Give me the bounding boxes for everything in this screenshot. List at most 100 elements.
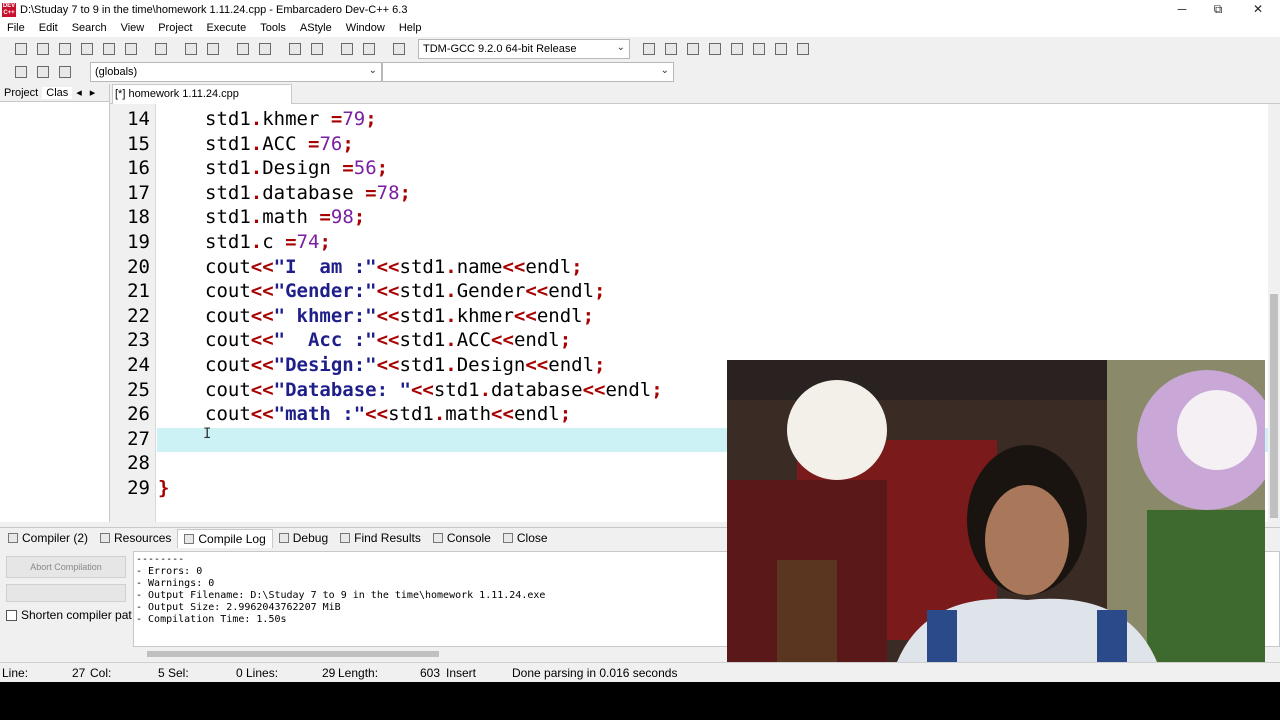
- save-all-icon[interactable]: [76, 39, 98, 59]
- globals-dropdown[interactable]: (globals) ⌄: [90, 62, 382, 82]
- line-number: 15: [127, 132, 150, 155]
- indent-icon[interactable]: [336, 39, 358, 59]
- menu-execute[interactable]: Execute: [199, 22, 253, 34]
- function-dropdown[interactable]: ⌄: [382, 62, 674, 82]
- code-token: std1: [388, 403, 434, 426]
- debug-icon[interactable]: [792, 39, 814, 59]
- code-line[interactable]: std1.math =98;: [205, 205, 365, 229]
- code-line[interactable]: std1.ACC =76;: [205, 132, 354, 156]
- code-token: database: [491, 378, 583, 401]
- unindent-icon[interactable]: [358, 39, 380, 59]
- tabs-next-icon[interactable]: ▸: [86, 86, 100, 99]
- code-token: <<: [250, 354, 274, 376]
- new-project-icon[interactable]: [638, 39, 660, 59]
- menu-tools[interactable]: Tools: [253, 22, 293, 34]
- code-token: =: [342, 157, 354, 180]
- status-length-value: 603: [420, 666, 441, 680]
- save-icon[interactable]: [54, 39, 76, 59]
- compile-icon[interactable]: [726, 39, 748, 59]
- compiler-select[interactable]: TDM-GCC 9.2.0 64-bit Release ⌄: [418, 38, 630, 59]
- code-token: =: [307, 132, 320, 155]
- code-line[interactable]: std1.khmer =79;: [205, 107, 377, 131]
- menu-file[interactable]: File: [0, 22, 32, 34]
- tabs-prev-icon[interactable]: ◂: [72, 86, 86, 99]
- close-window-button[interactable]: ✕: [1240, 0, 1276, 19]
- code-token: endl: [525, 255, 572, 278]
- project-new-icon[interactable]: [10, 62, 32, 82]
- code-token: <<: [250, 304, 274, 327]
- menu-project[interactable]: Project: [151, 22, 199, 34]
- status-col-label: Col:: [90, 666, 112, 680]
- minimize-button[interactable]: ─: [1164, 0, 1200, 19]
- open-icon[interactable]: [32, 39, 54, 59]
- goto-line-icon[interactable]: [232, 39, 254, 59]
- tab-console[interactable]: Console: [427, 529, 497, 548]
- code-token: endl: [513, 403, 560, 426]
- checkbox-icon[interactable]: [6, 609, 17, 621]
- menu-window[interactable]: Window: [339, 22, 392, 34]
- toggle-comment-icon[interactable]: [388, 39, 410, 59]
- new-file-icon[interactable]: [10, 39, 32, 59]
- compiler-select-value: TDM-GCC 9.2.0 64-bit Release: [423, 42, 577, 55]
- tab-compiler-2[interactable]: Compiler (2): [2, 529, 94, 548]
- code-line[interactable]: cout<<"Gender:"<<std1.Gender<<endl;: [205, 279, 605, 303]
- insert-icon[interactable]: [704, 39, 726, 59]
- code-token: "Gender:": [273, 280, 377, 303]
- scrollbar-thumb[interactable]: [147, 651, 439, 657]
- code-line[interactable]: cout<<"Database: "<<std1.database<<endl;: [205, 378, 663, 402]
- tab-project[interactable]: Project: [0, 87, 42, 99]
- menu-edit[interactable]: Edit: [32, 22, 65, 34]
- maximize-button[interactable]: ⧉: [1200, 0, 1236, 19]
- menu-astyle[interactable]: AStyle: [293, 22, 339, 34]
- tab-classes[interactable]: Clas: [42, 86, 73, 99]
- code-token: .: [445, 354, 457, 376]
- menu-search[interactable]: Search: [65, 22, 114, 34]
- code-line[interactable]: cout<<"math :"<<std1.math<<endl;: [205, 402, 571, 426]
- tab-label: Resources: [114, 531, 172, 545]
- code-line[interactable]: }: [158, 476, 169, 500]
- code-token: std1: [205, 108, 251, 130]
- code-line[interactable]: cout<<"I am :"<<std1.name<<endl;: [205, 255, 583, 279]
- code-token: ;: [571, 255, 583, 278]
- code-line[interactable]: cout<<" khmer:"<<std1.khmer<<endl;: [205, 304, 594, 328]
- menu-view[interactable]: View: [114, 22, 152, 34]
- code-token: <<: [250, 280, 274, 303]
- abort-compilation-button[interactable]: Abort Compilation: [6, 556, 126, 578]
- redo-icon[interactable]: [306, 39, 328, 59]
- code-line[interactable]: cout<<" Acc :"<<std1.ACC<<endl;: [205, 328, 571, 352]
- project-options-icon[interactable]: [660, 39, 682, 59]
- menu-bar: File Edit Search View Project Execute Tools ASt…: [0, 19, 1280, 37]
- code-token: ;: [582, 304, 595, 327]
- tab-compile-log[interactable]: Compile Log: [177, 528, 273, 548]
- tab-homework-cpp[interactable]: [*] homework 1.11.24.cpp: [112, 84, 292, 104]
- code-line[interactable]: std1.c =74;: [205, 230, 331, 254]
- close-all-icon[interactable]: [120, 39, 142, 59]
- undo-icon[interactable]: [284, 39, 306, 59]
- menu-help[interactable]: Help: [392, 22, 429, 34]
- code-token: ;: [651, 378, 663, 401]
- project-add-icon[interactable]: [32, 62, 54, 82]
- tab-close[interactable]: Close: [497, 529, 554, 548]
- stop-icon[interactable]: [748, 39, 770, 59]
- code-token: Design: [262, 157, 343, 180]
- line-number: 23: [127, 329, 150, 352]
- code-line[interactable]: std1.Design =56;: [205, 156, 388, 180]
- print-icon[interactable]: [150, 39, 172, 59]
- shorten-paths-checkbox[interactable]: Shorten compiler pat: [6, 608, 132, 622]
- code-token: =: [330, 108, 343, 130]
- editor-vertical-scrollbar[interactable]: [1268, 104, 1280, 522]
- code-line[interactable]: cout<<"Design:"<<std1.Design<<endl;: [205, 353, 605, 377]
- close-file-icon[interactable]: [98, 39, 120, 59]
- toggle-bookmark-icon[interactable]: [254, 39, 276, 59]
- class-browser-icon[interactable]: [682, 39, 704, 59]
- code-line[interactable]: std1.database =78;: [205, 181, 411, 205]
- code-token: <<: [250, 329, 274, 352]
- project-info-icon[interactable]: [54, 62, 76, 82]
- chart-icon[interactable]: [770, 39, 792, 59]
- find-icon[interactable]: [180, 39, 202, 59]
- replace-icon[interactable]: [202, 39, 224, 59]
- tab-debug[interactable]: Debug: [273, 529, 334, 548]
- scrollbar-thumb[interactable]: [1270, 294, 1278, 518]
- tab-find-results[interactable]: Find Results: [334, 529, 427, 548]
- tab-resources[interactable]: Resources: [94, 529, 177, 548]
